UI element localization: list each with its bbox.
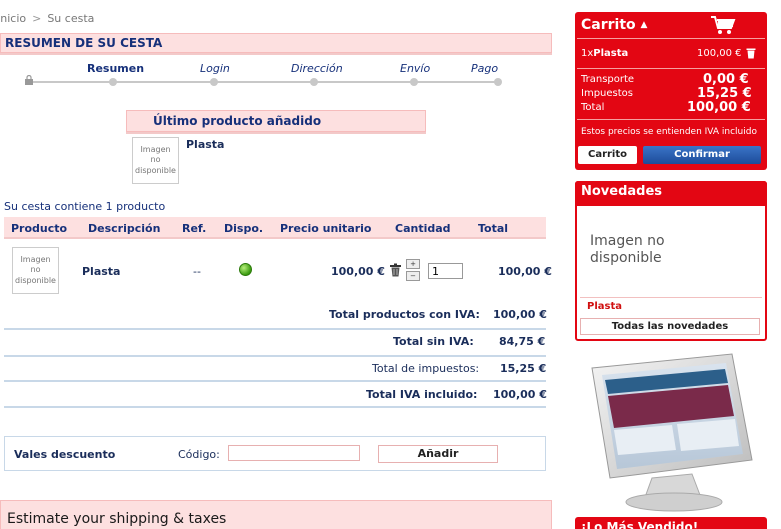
step-dot-envio — [410, 78, 418, 86]
product-total: 100,00 € — [498, 265, 552, 278]
divider — [4, 355, 546, 357]
shopping-cart-icon — [711, 16, 736, 34]
sidebar-taxes-value: 15,25 € — [697, 86, 752, 101]
sidebar-cart-item[interactable]: 1xPlasta — [581, 48, 628, 59]
checkout-progress-line — [28, 81, 500, 83]
divider — [4, 328, 546, 330]
column-header-unit-price: Precio unitario — [280, 222, 372, 235]
total-products-with-tax-label: Total productos con IVA: — [329, 308, 480, 321]
sidebar-tax-note: Estos precios se entienden IVA incluido — [581, 127, 757, 137]
last-added-heading: Último producto añadido — [126, 110, 426, 132]
trash-icon[interactable] — [746, 47, 756, 59]
last-added-image[interactable]: Imagen no disponible — [132, 137, 179, 184]
total-products-with-tax-value: 100,00 € — [493, 308, 547, 321]
breadcrumb-home-link[interactable]: Inicio — [0, 12, 26, 25]
product-image[interactable]: Imagen no disponible — [12, 247, 59, 294]
column-header-total: Total — [478, 222, 509, 235]
quantity-decrease-button[interactable]: − — [406, 271, 420, 281]
total-taxes-label: Total de impuestos: — [372, 362, 480, 375]
divider — [4, 380, 546, 382]
last-added-product-link[interactable]: Plasta — [186, 138, 224, 151]
step-dot-direccion — [310, 78, 318, 86]
sidebar-cart-item-name: Plasta — [593, 48, 629, 59]
column-header-product: Producto — [11, 222, 68, 235]
voucher-code-label: Código: — [178, 448, 220, 461]
cart-button[interactable]: Carrito — [578, 146, 637, 164]
sidebar-cart-item-qty: 1x — [581, 48, 594, 59]
availability-icon — [239, 263, 252, 276]
sidebar-total-label: Total — [581, 102, 605, 113]
total-with-tax-value: 100,00 € — [493, 388, 547, 401]
divider — [580, 297, 762, 298]
quantity-increase-button[interactable]: + — [406, 259, 420, 269]
step-dot-resumen — [109, 78, 117, 86]
confirm-button[interactable]: Confirmar — [643, 146, 761, 164]
voucher-title: Vales descuento — [14, 448, 116, 461]
step-direccion: Dirección — [291, 62, 343, 75]
breadcrumb-current: Su cesta — [47, 12, 95, 25]
voucher-code-input[interactable] — [228, 445, 360, 461]
monitor-banner-image[interactable] — [582, 350, 762, 515]
product-description-link[interactable]: Plasta — [82, 265, 120, 278]
sidebar-shipping-label: Transporte — [581, 74, 635, 85]
column-header-quantity: Cantidad — [395, 222, 451, 235]
sidebar-total-value: 100,00 € — [687, 100, 751, 115]
divider — [577, 119, 765, 120]
sidebar-cart-item-price: 100,00 € — [697, 48, 742, 59]
trash-icon[interactable] — [389, 263, 402, 277]
total-taxes-value: 15,25 € — [500, 362, 547, 375]
all-novedades-button[interactable]: Todas las novedades — [580, 318, 760, 335]
column-header-description: Descripción — [88, 222, 161, 235]
step-login: Login — [200, 62, 230, 75]
novedades-product-link[interactable]: Plasta — [587, 301, 622, 312]
product-unit-price: 100,00 € — [331, 265, 385, 278]
estimate-shipping-heading[interactable]: Estimate your shipping & taxes — [0, 500, 552, 529]
divider — [577, 68, 765, 69]
voucher-add-button[interactable]: Añadir — [378, 445, 498, 463]
cart-table-header — [4, 217, 546, 239]
total-with-tax-label: Total IVA incluido: — [366, 388, 478, 401]
total-without-tax-label: Total sin IVA: — [393, 335, 474, 348]
novedades-title[interactable]: Novedades — [575, 181, 767, 206]
sidebar-cart-title[interactable]: Carrito ▲ — [581, 17, 647, 33]
column-header-availability: Dispo. — [224, 222, 264, 235]
product-ref: -- — [193, 265, 201, 278]
quantity-input[interactable] — [428, 263, 463, 279]
step-resumen: Resumen — [87, 62, 145, 75]
divider — [577, 38, 765, 39]
lock-icon — [25, 75, 33, 85]
step-dot-login — [210, 78, 218, 86]
novedades-image[interactable]: Imagen no disponible — [590, 233, 690, 267]
sidebar-shipping-value: 0,00 € — [703, 72, 749, 87]
cart-count-text: Su cesta contiene 1 producto — [4, 200, 166, 213]
caret-up-icon[interactable]: ▲ — [641, 20, 648, 30]
divider — [4, 406, 546, 408]
total-without-tax-value: 84,75 € — [499, 335, 546, 348]
column-header-ref: Ref. — [182, 222, 207, 235]
sidebar-cart-title-text: Carrito — [581, 17, 636, 33]
breadcrumb: Inicio > Su cesta — [0, 12, 94, 25]
step-dot-pago — [494, 78, 502, 86]
best-sellers-title[interactable]: ¡Lo Más Vendido! — [575, 517, 767, 529]
page-title: RESUMEN DE SU CESTA — [0, 33, 552, 53]
step-pago: Pago — [471, 62, 499, 75]
breadcrumb-separator: > — [32, 12, 42, 25]
step-envio: Envío — [400, 62, 431, 75]
sidebar-taxes-label: Impuestos — [581, 88, 633, 99]
